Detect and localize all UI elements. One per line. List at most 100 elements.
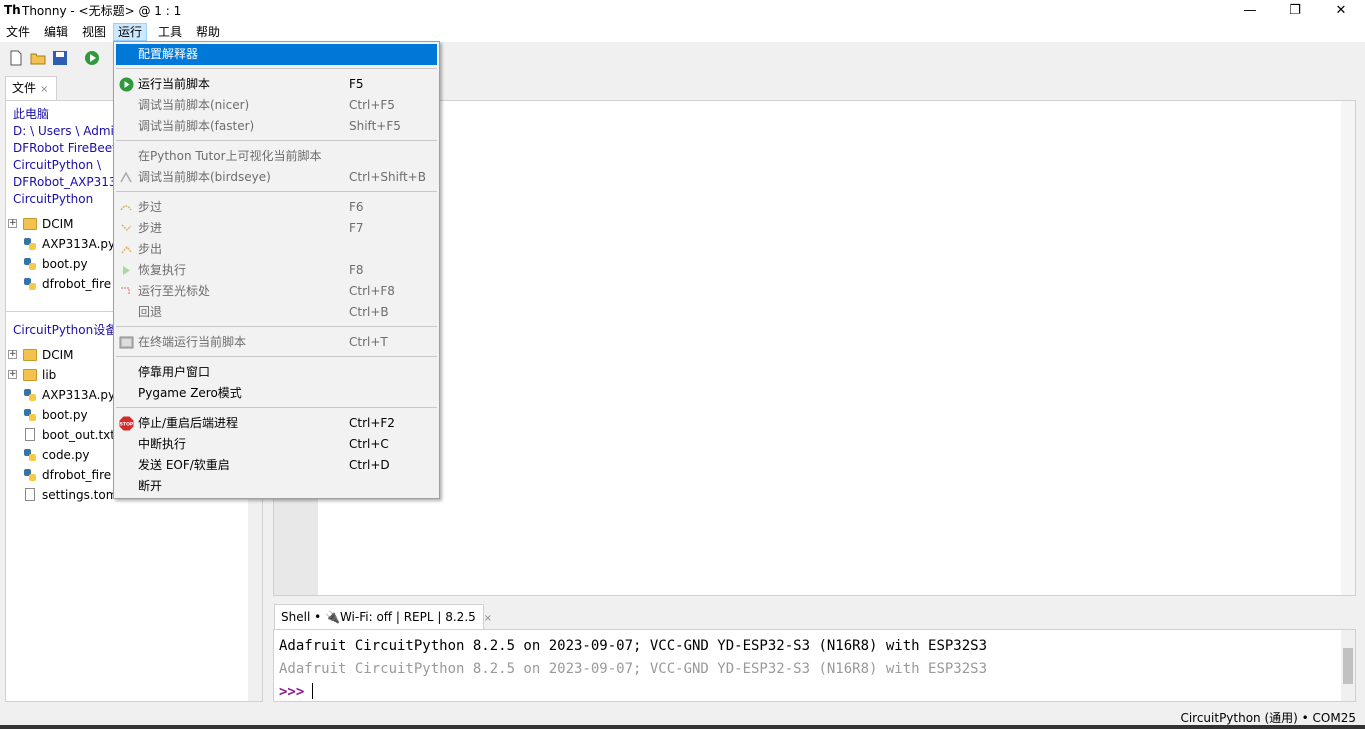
run-menu-item: 调试当前脚本(nicer) Ctrl+F5	[116, 95, 437, 116]
stop-icon: STOP	[119, 416, 134, 431]
interpreter-status[interactable]: CircuitPython (通用) • COM25	[1180, 709, 1356, 726]
run-to-cursor-icon	[121, 287, 130, 295]
menu-file[interactable]: 文件	[2, 23, 34, 41]
menu-item-label: 步出	[138, 242, 163, 256]
menu-edit[interactable]: 编辑	[40, 23, 72, 41]
menu-item-shortcut: Ctrl+Shift+B	[349, 170, 426, 184]
menu-bar: 文件 编辑 视图 运行 工具 帮助	[0, 22, 1365, 42]
menu-item-shortcut: Ctrl+F5	[349, 98, 395, 112]
menu-item-shortcut: F5	[349, 77, 364, 91]
new-file-icon[interactable]	[8, 50, 24, 66]
menu-separator	[116, 140, 437, 141]
folder-icon	[23, 369, 37, 381]
python-file-icon	[24, 278, 36, 290]
menu-item-label: 在终端运行当前脚本	[138, 335, 247, 349]
menu-item-shortcut: F6	[349, 200, 364, 214]
menu-item-shortcut: Ctrl+T	[349, 335, 388, 349]
menu-view[interactable]: 视图	[78, 23, 110, 41]
tab-files-label: 文件	[12, 81, 37, 95]
menu-item-label: 发送 EOF/软重启	[138, 458, 230, 472]
shell-backend-label: Wi-Fi: off | REPL | 8.2.5	[339, 610, 476, 624]
title-bar: Th Thonny - <无标题> @ 1 : 1 — ❐ ✕	[0, 0, 1365, 22]
minimize-button[interactable]: —	[1227, 0, 1273, 22]
python-file-icon	[24, 258, 36, 270]
menu-item-shortcut: Ctrl+D	[349, 458, 390, 472]
shell-prompt: >>>	[279, 682, 314, 701]
tab-close-icon[interactable]: ×	[40, 84, 48, 95]
run-menu-item[interactable]: Pygame Zero模式	[116, 383, 437, 404]
run-menu-item[interactable]: 运行当前脚本 F5	[116, 74, 437, 95]
run-menu-item: 运行至光标处 Ctrl+F8	[116, 281, 437, 302]
resume-icon	[123, 266, 130, 275]
menu-separator	[116, 191, 437, 192]
path-segment[interactable]: DFRobot_AXP313	[13, 174, 117, 191]
terminal-icon	[119, 336, 134, 349]
editor-scrollbar[interactable]	[1341, 101, 1355, 595]
step-over-icon	[120, 205, 132, 211]
run-menu-item[interactable]: 停靠用户窗口	[116, 362, 437, 383]
python-file-icon	[24, 449, 36, 461]
run-menu-dropdown: 配置解释器 运行当前脚本 F5 调试当前脚本(nicer) Ctrl+F5 调试当前脚本(…	[113, 41, 440, 499]
run-menu-item[interactable]: 中断执行 Ctrl+C	[116, 434, 437, 455]
text-file-icon	[25, 488, 35, 501]
folder-icon	[23, 218, 37, 230]
step-out-icon	[121, 245, 132, 254]
run-menu-item: 调试当前脚本(faster) Shift+F5	[116, 116, 437, 137]
menu-item-label: 恢复执行	[138, 263, 187, 277]
tab-files[interactable]: 文件 ×	[5, 76, 57, 100]
menu-item-label: 调试当前脚本(birdseye)	[138, 170, 271, 184]
maximize-button[interactable]: ❐	[1272, 0, 1318, 22]
shell-panel[interactable]: Adafruit CircuitPython 8.2.5 on 2023-09-…	[273, 629, 1356, 702]
menu-item-label: 步进	[138, 221, 163, 235]
menu-item-shortcut: Ctrl+F2	[349, 416, 395, 430]
run-menu-item[interactable]: 断开	[116, 476, 437, 497]
run-menu-item: 回退 Ctrl+B	[116, 302, 437, 323]
run-menu-item: 步过 F6	[116, 197, 437, 218]
menu-item-label: 步过	[138, 200, 163, 214]
shell-output-line: Adafruit CircuitPython 8.2.5 on 2023-09-…	[279, 661, 988, 677]
expand-icon[interactable]: +	[8, 219, 17, 228]
menu-item-label: 运行当前脚本	[138, 77, 211, 91]
device-header: CircuitPython设备	[13, 323, 118, 337]
window-title: Thonny - <无标题> @ 1 : 1	[22, 4, 182, 18]
python-file-icon	[24, 238, 36, 250]
menu-separator	[116, 407, 437, 408]
tab-shell[interactable]: Shell • 🔌Wi-Fi: off | REPL | 8.2.5 ×	[274, 604, 492, 630]
menu-item-label: 停靠用户窗口	[138, 365, 211, 379]
run-menu-item[interactable]: 配置解释器	[116, 44, 437, 65]
shell-scroll-thumb[interactable]	[1343, 648, 1353, 684]
path-segment[interactable]: CircuitPython	[13, 191, 93, 208]
svg-text:STOP: STOP	[120, 422, 134, 428]
menu-item-label: 在Python Tutor上可视化当前脚本	[138, 149, 322, 163]
run-menu-item[interactable]: STOP 停止/重启后端进程 Ctrl+F2	[116, 413, 437, 434]
expand-icon[interactable]: +	[8, 350, 17, 359]
python-file-icon	[24, 409, 36, 421]
menu-item-label: 回退	[138, 305, 163, 319]
tab-close-icon[interactable]: ×	[484, 613, 492, 624]
path-segment[interactable]: D: \ Users \ Admi	[13, 123, 114, 140]
path-this-pc[interactable]: 此电脑	[13, 106, 49, 123]
run-icon	[119, 77, 134, 92]
shell-output-line: Adafruit CircuitPython 8.2.5 on 2023-09-…	[279, 638, 988, 654]
menu-tools[interactable]: 工具	[154, 23, 186, 41]
taskbar-edge	[0, 725, 1365, 729]
menu-item-shortcut: F8	[349, 263, 364, 277]
path-segment[interactable]: DFRobot FireBeet	[13, 140, 117, 157]
menu-item-shortcut: Ctrl+F8	[349, 284, 395, 298]
run-menu-item: 步进 F7	[116, 218, 437, 239]
path-segment[interactable]: CircuitPython \	[13, 157, 101, 174]
close-button[interactable]: ✕	[1318, 0, 1364, 22]
open-folder-icon[interactable]	[30, 50, 46, 66]
run-icon[interactable]	[84, 50, 100, 66]
text-cursor	[312, 683, 314, 699]
menu-separator	[116, 356, 437, 357]
menu-item-label: 配置解释器	[138, 47, 199, 61]
save-icon[interactable]	[52, 50, 68, 66]
menu-run[interactable]: 运行	[113, 23, 148, 41]
menu-item-shortcut: Shift+F5	[349, 119, 401, 133]
menu-help[interactable]: 帮助	[192, 23, 224, 41]
run-menu-item[interactable]: 发送 EOF/软重启 Ctrl+D	[116, 455, 437, 476]
menu-item-shortcut: Ctrl+C	[349, 437, 389, 451]
expand-icon[interactable]: +	[8, 370, 17, 379]
menu-item-label: 中断执行	[138, 437, 187, 451]
